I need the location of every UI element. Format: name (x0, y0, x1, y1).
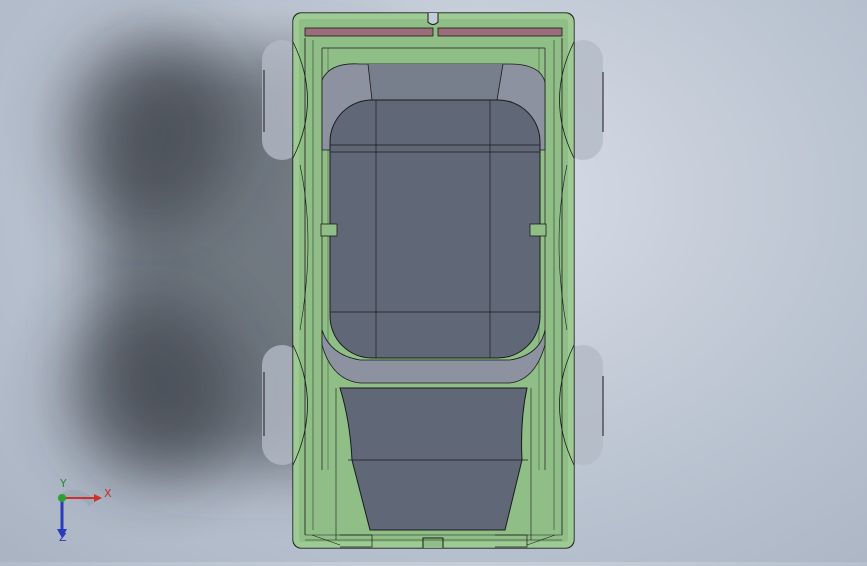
graphics-viewport[interactable] (0, 0, 867, 562)
y-axis-dot (58, 494, 66, 502)
view-orientation-triad: X Y Z (44, 478, 124, 548)
x-axis-label: X (104, 487, 112, 500)
y-axis-label: Y (60, 477, 67, 490)
car-body-model[interactable] (292, 12, 575, 549)
z-axis-label: Z (59, 531, 67, 544)
